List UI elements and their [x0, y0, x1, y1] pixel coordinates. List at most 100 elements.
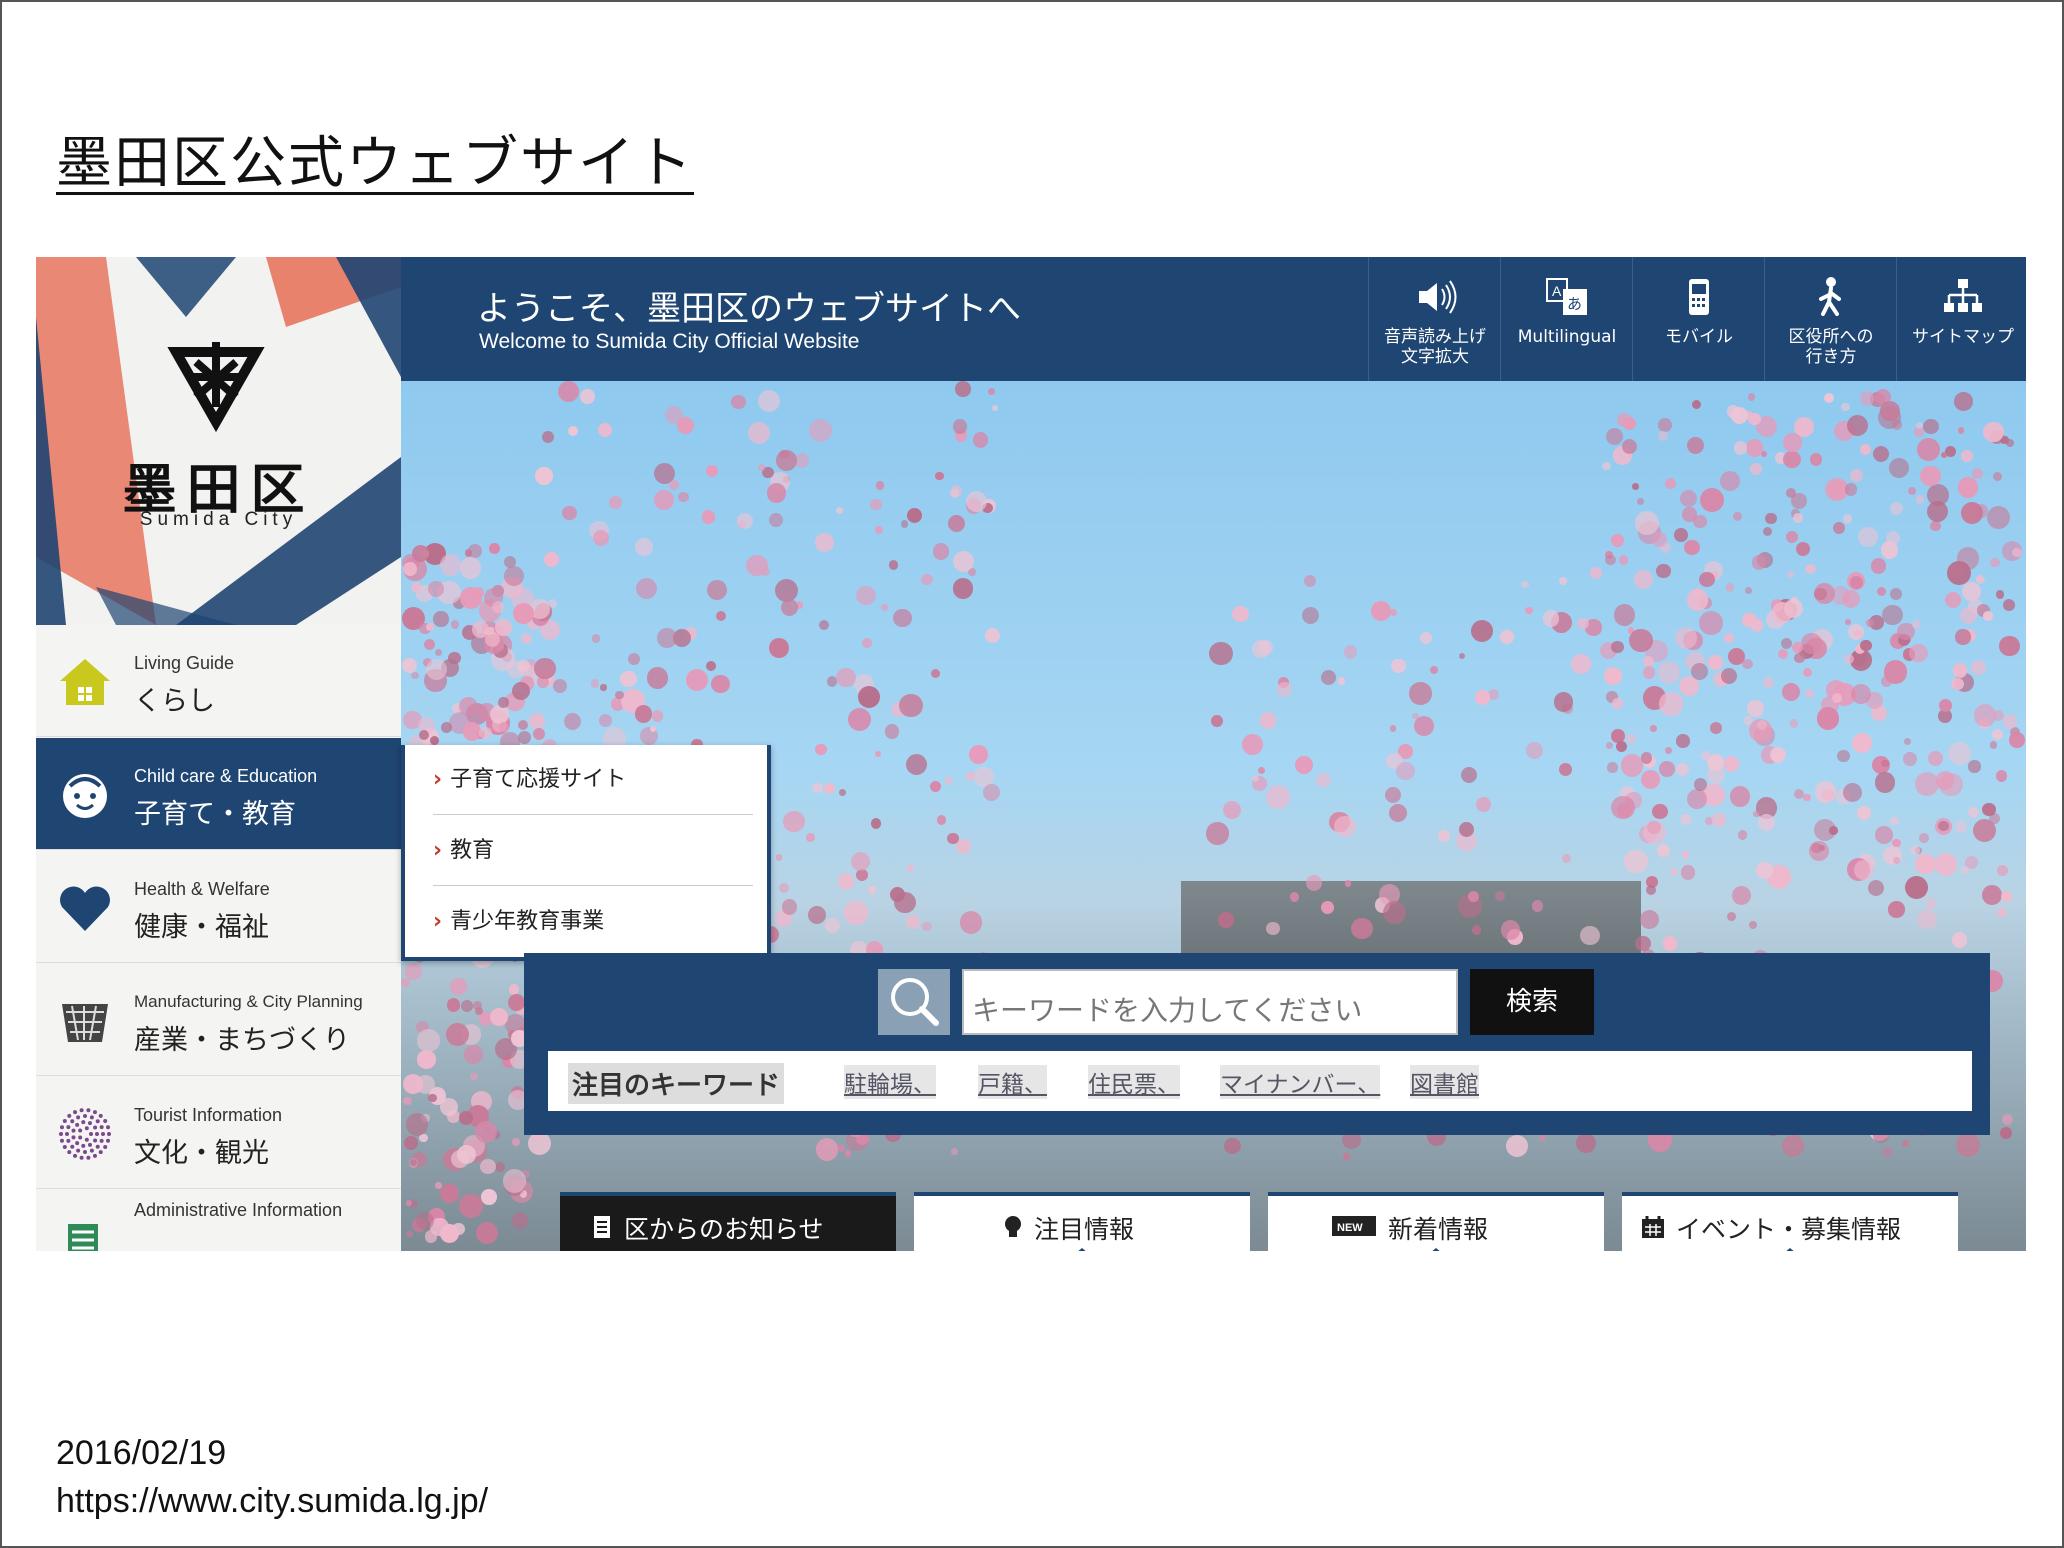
tool-mobile[interactable]: モバイル: [1632, 257, 1764, 381]
blossom-mark: [1616, 740, 1628, 752]
blossom-mark: [564, 713, 582, 731]
blossom-mark: [947, 832, 959, 844]
blossom-mark: [1629, 629, 1653, 653]
calendar-icon: [1642, 1216, 1664, 1238]
chevron-right-icon: ›: [433, 838, 443, 863]
blossom-mark: [1384, 786, 1402, 803]
blossom-mark: [808, 419, 832, 443]
blossom-mark: [1618, 555, 1629, 565]
blossom-mark: [875, 750, 882, 757]
tool-directions[interactable]: 区役所への 行き方: [1764, 257, 1896, 381]
blossom-mark: [1880, 401, 1901, 422]
blossom-mark: [1976, 575, 1986, 585]
blossom-mark: [533, 728, 546, 740]
keyword-link[interactable]: 戸籍、: [978, 1065, 1047, 1099]
blossom-mark: [1712, 813, 1727, 828]
blossom-mark: [1642, 666, 1656, 679]
blossom-mark: [1531, 900, 1544, 912]
blossom-mark: [748, 422, 771, 444]
search-input[interactable]: キーワードを入力してください: [962, 969, 1458, 1035]
blossom-mark: [1684, 539, 1700, 556]
tab-events-recruitment[interactable]: イベント・募集情報: [1622, 1192, 1958, 1251]
search-panel: キーワードを入力してください 検索 注目のキーワード 駐輪場、 戸籍、 住民票、…: [524, 953, 1990, 1135]
blossom-mark: [528, 712, 545, 729]
nav-tourist-information[interactable]: Tourist Information 文化・観光: [36, 1077, 401, 1189]
blossom-mark: [1762, 526, 1773, 537]
blossom-mark: [1719, 470, 1741, 492]
tab-city-notices[interactable]: 区からのお知らせ: [560, 1192, 896, 1251]
blossom-mark: [562, 505, 577, 520]
tool-label: 音声読み上げ 文字拡大: [1384, 327, 1486, 367]
keyword-link[interactable]: マイナンバー、: [1220, 1065, 1381, 1099]
blossom-mark: [1841, 403, 1850, 412]
nav-manufacturing-city-planning[interactable]: Manufacturing & City Planning 産業・まちづくり: [36, 964, 401, 1076]
blossom-mark: [1725, 583, 1735, 592]
blossom-mark: [1961, 501, 1984, 524]
nav-child-care-education[interactable]: Child care & Education 子育て・教育: [36, 738, 419, 850]
welcome-heading: ようこそ、墨田区のウェブサイトへ: [477, 289, 1021, 329]
blossom-mark: [807, 905, 827, 924]
blossom-mark: [498, 697, 509, 708]
submenu-item-education[interactable]: › 教育: [433, 816, 753, 886]
blossom-mark: [930, 668, 940, 678]
blossom-mark: [1772, 601, 1794, 623]
blossom-mark: [1643, 655, 1655, 668]
child-face-icon: [63, 774, 107, 818]
site-logo[interactable]: 墨田区 Sumida City: [36, 257, 401, 625]
blossom-mark: [1605, 554, 1616, 566]
search-button[interactable]: 検索: [1470, 969, 1594, 1035]
blossom-mark: [511, 1212, 529, 1229]
blossom-mark: [1409, 682, 1432, 705]
blossom-mark: [1321, 901, 1334, 914]
blossom-mark: [404, 963, 422, 980]
blossom-mark: [1475, 796, 1492, 813]
blossom-mark: [426, 658, 448, 680]
blossom-mark: [567, 425, 579, 437]
blossom-mark: [951, 1148, 959, 1156]
blossom-mark: [1996, 907, 2007, 918]
tab-new-info[interactable]: NEW 新着情報: [1268, 1192, 1604, 1251]
nav-living-guide[interactable]: Living Guide くらし: [36, 625, 401, 737]
blossom-mark: [544, 551, 560, 567]
tab-featured-info[interactable]: 注目情報: [914, 1192, 1250, 1251]
blossom-mark: [424, 1230, 438, 1243]
blossom-mark: [1973, 704, 1997, 727]
blossom-mark: [1731, 885, 1752, 906]
keyword-link[interactable]: 図書館: [1410, 1065, 1479, 1099]
blossom-mark: [1558, 763, 1572, 777]
blossom-mark: [870, 818, 881, 829]
blossom-mark: [448, 652, 461, 665]
blossom-mark: [450, 620, 460, 629]
blossom-mark: [1915, 853, 1936, 875]
blossom-mark: [1665, 746, 1673, 754]
tool-multilingual[interactable]: A あ Multilingual: [1500, 257, 1632, 381]
sidebar: 墨田区 Sumida City Living Guide くらし Child c…: [36, 257, 419, 1251]
blossom-mark: [427, 580, 444, 597]
blossom-mark: [1334, 815, 1356, 838]
blossom-mark: [1699, 571, 1715, 588]
tool-voice-reading[interactable]: 音声読み上げ 文字拡大: [1368, 257, 1500, 381]
submenu-item-youth-education[interactable]: › 青少年教育事業: [433, 887, 753, 957]
blossom-mark: [1986, 506, 2010, 530]
blossom-mark: [711, 674, 731, 694]
nav-administrative-information[interactable]: Administrative Information: [36, 1190, 401, 1251]
tool-sitemap[interactable]: サイトマップ: [1896, 257, 2026, 381]
blossom-mark: [731, 394, 746, 410]
submenu-item-childcare-site[interactable]: › 子育て応援サイト: [433, 745, 753, 815]
keyword-link[interactable]: 住民票、: [1088, 1065, 1180, 1099]
nav-health-welfare[interactable]: Health & Welfare 健康・福祉: [36, 851, 401, 963]
search-icon: [891, 978, 939, 1026]
blossom-mark: [1850, 684, 1871, 705]
submenu-label: 青少年教育事業: [450, 909, 605, 934]
new-badge-icon: NEW: [1332, 1216, 1376, 1236]
keyword-link[interactable]: 駐輪場、: [844, 1065, 936, 1099]
blossom-mark: [458, 696, 479, 716]
blossom-mark: [480, 1189, 497, 1205]
blossom-mark: [701, 510, 715, 524]
blossom-mark: [1865, 619, 1874, 627]
blossom-mark: [1709, 721, 1722, 734]
blossom-mark: [446, 1022, 470, 1046]
blossom-mark: [1460, 766, 1477, 783]
blossom-mark: [922, 921, 932, 931]
blossom-mark: [1802, 793, 1811, 802]
